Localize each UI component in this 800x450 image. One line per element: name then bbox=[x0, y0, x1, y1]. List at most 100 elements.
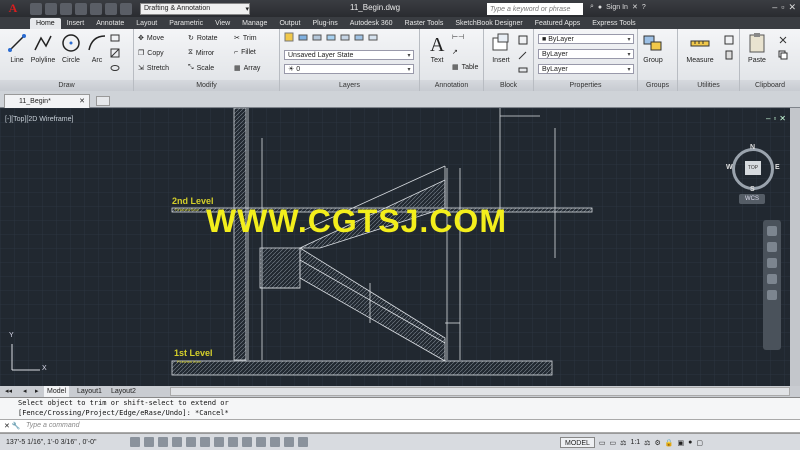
layer-match-icon[interactable] bbox=[354, 32, 364, 42]
utilities-panel-title[interactable]: Utilities bbox=[678, 80, 739, 91]
lock-icon[interactable]: 🔒 bbox=[665, 439, 674, 447]
tab-express-tools[interactable]: Express Tools bbox=[586, 18, 641, 29]
edit-block-icon[interactable] bbox=[518, 50, 528, 60]
trim-button[interactable]: ✂ Trim bbox=[234, 34, 257, 43]
paste-button[interactable]: Paste bbox=[742, 32, 772, 64]
sign-in-link[interactable]: Sign In bbox=[606, 4, 628, 11]
close-icon[interactable]: ✕ bbox=[4, 422, 10, 431]
nav-prev-icon[interactable]: ◂ bbox=[20, 386, 30, 397]
viewcube-top-face[interactable]: TOP bbox=[745, 161, 761, 175]
restore-icon[interactable]: ▫ bbox=[781, 2, 784, 13]
rectangle-icon[interactable] bbox=[110, 33, 120, 43]
layer-isolate-icon[interactable] bbox=[298, 32, 308, 42]
cut-icon[interactable] bbox=[778, 35, 788, 45]
annotation-visibility-icon[interactable]: ⚖ bbox=[644, 439, 650, 447]
clean-screen-icon[interactable]: ▢ bbox=[696, 439, 703, 447]
compass-south[interactable]: S bbox=[750, 186, 755, 193]
user-icon[interactable]: ● bbox=[598, 4, 602, 11]
lineweight-icon[interactable] bbox=[256, 437, 266, 447]
hatch-icon[interactable] bbox=[110, 48, 120, 58]
fillet-button[interactable]: ⌐ Fillet bbox=[234, 49, 256, 56]
layer-properties-icon[interactable] bbox=[284, 32, 294, 42]
layer-state-select[interactable]: Unsaved Layer State ▾ bbox=[284, 50, 414, 60]
viewcube[interactable]: TOP N S W E bbox=[726, 144, 780, 194]
tab-model[interactable]: Model bbox=[44, 386, 70, 397]
quick-view-drawings-icon[interactable]: ▭ bbox=[610, 439, 617, 447]
dyn-icon[interactable] bbox=[242, 437, 252, 447]
ortho-icon[interactable] bbox=[158, 437, 168, 447]
osnap-icon[interactable] bbox=[186, 437, 196, 447]
new-tab-button[interactable] bbox=[96, 96, 110, 106]
layer-freeze-icon[interactable] bbox=[326, 32, 336, 42]
redo-icon[interactable] bbox=[120, 2, 132, 15]
steering-wheel-icon[interactable] bbox=[767, 226, 777, 236]
orbit-icon[interactable] bbox=[767, 274, 777, 284]
quick-properties-icon[interactable] bbox=[284, 437, 294, 447]
drawing-canvas[interactable]: [-][Top][2D Wireframe] – ▫ ✕ 2nd Level F… bbox=[0, 108, 790, 386]
clipboard-panel-title[interactable]: Clipboard bbox=[740, 80, 800, 91]
snap-icon[interactable] bbox=[130, 437, 140, 447]
vertical-scrollbar[interactable] bbox=[790, 108, 800, 386]
linetype-select[interactable]: ByLayer ▾ bbox=[538, 64, 634, 74]
attribute-icon[interactable] bbox=[518, 65, 528, 75]
ducs-icon[interactable] bbox=[228, 437, 238, 447]
undo-icon[interactable] bbox=[105, 2, 117, 15]
tab-autodesk-360[interactable]: Autodesk 360 bbox=[344, 18, 399, 29]
minimize-icon[interactable]: – bbox=[772, 2, 777, 13]
wcs-menu[interactable]: WCS bbox=[739, 194, 765, 204]
tab-plugins[interactable]: Plug-ins bbox=[306, 18, 343, 29]
tab-layout[interactable]: Layout bbox=[130, 18, 163, 29]
search-input[interactable]: Type a keyword or phrase bbox=[487, 3, 583, 15]
quick-select-icon[interactable] bbox=[724, 35, 734, 45]
coordinate-readout[interactable]: 137'-5 1/16", 1'-0 3/16" , 0'-0" bbox=[0, 439, 130, 446]
tab-home[interactable]: Home bbox=[30, 18, 61, 29]
wrench-icon[interactable]: 🔧 bbox=[12, 422, 21, 431]
print-icon[interactable] bbox=[90, 2, 102, 15]
otrack-icon[interactable] bbox=[214, 437, 224, 447]
showmotion-icon[interactable] bbox=[767, 290, 777, 300]
annotation-scale-icon[interactable]: ⚖ bbox=[620, 439, 626, 447]
layers-panel-title[interactable]: Layers bbox=[280, 80, 419, 91]
polar-icon[interactable] bbox=[172, 437, 182, 447]
transparency-icon[interactable] bbox=[270, 437, 280, 447]
horizontal-scrollbar[interactable] bbox=[170, 387, 790, 396]
block-panel-title[interactable]: Block bbox=[484, 80, 533, 91]
polyline-button[interactable]: Polyline bbox=[28, 32, 58, 64]
tab-insert[interactable]: Insert bbox=[61, 18, 91, 29]
tab-raster-tools[interactable]: Raster Tools bbox=[399, 18, 450, 29]
application-menu-button[interactable]: A bbox=[0, 0, 26, 17]
tab-view[interactable]: View bbox=[209, 18, 236, 29]
rotate-button[interactable]: ↻ Rotate bbox=[188, 34, 218, 43]
compass-north[interactable]: N bbox=[750, 144, 755, 151]
layer-lock-icon[interactable] bbox=[340, 32, 350, 42]
hardware-acceleration-icon[interactable]: ▣ bbox=[677, 439, 684, 447]
compass-west[interactable]: W bbox=[726, 164, 733, 171]
document-tab[interactable]: 11_Begin* ✕ bbox=[4, 94, 90, 108]
help-icon[interactable]: ? bbox=[642, 4, 646, 11]
tab-layout1[interactable]: Layout1 bbox=[74, 386, 105, 397]
properties-panel-title[interactable]: Properties bbox=[534, 80, 637, 91]
move-button[interactable]: ✥ Move bbox=[138, 34, 164, 43]
restore-icon[interactable]: ▫ bbox=[773, 114, 776, 123]
viewport-controls[interactable]: [-][Top][2D Wireframe] bbox=[5, 116, 73, 123]
tab-annotate[interactable]: Annotate bbox=[90, 18, 130, 29]
tab-sketchbook-designer[interactable]: SketchBook Designer bbox=[449, 18, 528, 29]
selection-cycling-icon[interactable] bbox=[298, 437, 308, 447]
tab-output[interactable]: Output bbox=[273, 18, 306, 29]
stretch-button[interactable]: ⇲ Stretch bbox=[138, 64, 169, 73]
annotation-panel-title[interactable]: Annotation bbox=[420, 80, 483, 91]
close-icon[interactable]: ✕ bbox=[779, 114, 786, 123]
mirror-button[interactable]: ⧖ Mirror bbox=[188, 49, 214, 57]
model-space-button[interactable]: MODEL bbox=[560, 437, 595, 448]
layer-off-icon[interactable] bbox=[312, 32, 322, 42]
3d-osnap-icon[interactable] bbox=[200, 437, 210, 447]
save-icon[interactable] bbox=[60, 2, 72, 15]
scale-button[interactable]: ⤡ Scale bbox=[188, 64, 214, 72]
lineweight-select[interactable]: ByLayer ▾ bbox=[538, 49, 634, 59]
tab-parametric[interactable]: Parametric bbox=[163, 18, 209, 29]
workspace-switching-icon[interactable]: ⚙ bbox=[654, 439, 660, 447]
measure-button[interactable]: Measure bbox=[682, 32, 718, 64]
groups-panel-title[interactable]: Groups bbox=[638, 80, 677, 91]
nav-first-icon[interactable]: ◂◂ bbox=[2, 386, 15, 397]
annotation-scale-value[interactable]: 1:1 bbox=[630, 439, 640, 446]
